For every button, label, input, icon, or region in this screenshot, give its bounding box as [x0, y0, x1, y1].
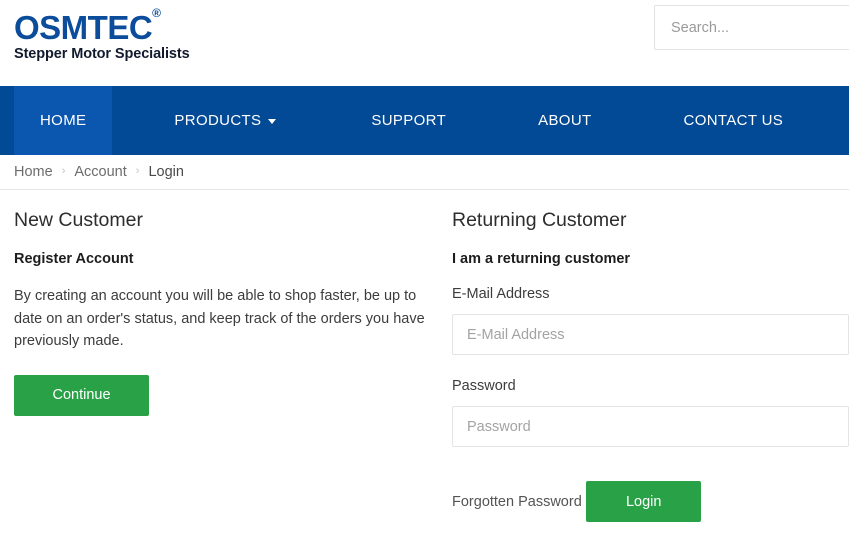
continue-button[interactable]: Continue: [14, 374, 149, 416]
logo-wordmark: OSMTEC®: [14, 6, 190, 45]
registered-trademark-icon: ®: [152, 6, 161, 20]
breadcrumb: Home › Account › Login: [0, 155, 849, 190]
site-logo[interactable]: OSMTEC® Stepper Motor Specialists: [14, 6, 190, 63]
forgotten-password-link[interactable]: Forgotten Password: [452, 493, 582, 511]
nav-item-home[interactable]: HOME: [14, 86, 113, 155]
nav-item-contact-us-label: CONTACT US: [683, 112, 784, 129]
main-navigation: HOME PRODUCTS SUPPORT ABOUT CONTACT US: [0, 86, 849, 155]
site-header: OSMTEC® Stepper Motor Specialists: [0, 0, 849, 86]
breadcrumb-separator-icon: ›: [61, 165, 66, 177]
returning-customer-title: Returning Customer: [452, 209, 627, 231]
returning-customer-subtitle: I am a returning customer: [452, 251, 631, 267]
nav-item-contact-us[interactable]: CONTACT US: [658, 86, 810, 155]
page-content: New Customer Register Account By creatin…: [0, 190, 849, 522]
register-account-subtitle: Register Account: [14, 251, 134, 267]
breadcrumb-item-account[interactable]: Account: [74, 164, 126, 180]
nav-item-about-label: ABOUT: [538, 112, 592, 129]
email-field-label: E-Mail Address: [452, 286, 550, 302]
logo-wordmark-text: OSMTEC: [14, 9, 153, 46]
new-customer-panel: New Customer Register Account By creatin…: [0, 190, 440, 522]
nav-item-home-label: HOME: [40, 112, 87, 129]
search-box[interactable]: [654, 5, 849, 50]
nav-item-support[interactable]: SUPPORT: [345, 86, 472, 155]
nav-item-support-label: SUPPORT: [371, 112, 447, 129]
new-customer-description: By creating an account you will be able …: [14, 288, 425, 349]
nav-item-products[interactable]: PRODUCTS: [148, 86, 302, 155]
nav-item-products-label: PRODUCTS: [174, 112, 262, 129]
breadcrumb-item-login[interactable]: Login: [148, 164, 183, 180]
breadcrumb-separator-icon: ›: [135, 165, 140, 177]
search-input[interactable]: [655, 6, 849, 49]
chevron-down-icon: [268, 119, 277, 124]
logo-tagline: Stepper Motor Specialists: [14, 46, 190, 62]
email-field[interactable]: [452, 314, 849, 355]
password-field[interactable]: [452, 406, 849, 447]
new-customer-title: New Customer: [14, 209, 143, 231]
password-field-label: Password: [452, 378, 516, 394]
login-button[interactable]: Login: [586, 481, 702, 522]
breadcrumb-item-home[interactable]: Home: [14, 164, 53, 180]
nav-item-about[interactable]: ABOUT: [512, 86, 617, 155]
returning-customer-panel: Returning Customer I am a returning cust…: [440, 190, 849, 522]
